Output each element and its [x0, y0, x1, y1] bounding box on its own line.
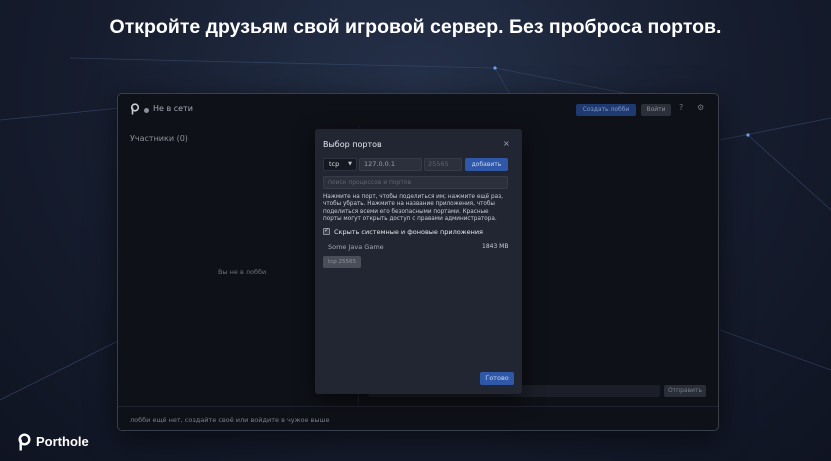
check-icon: ✓	[324, 227, 330, 234]
app-list-item-name[interactable]: Some Java Game	[328, 243, 384, 251]
hide-system-apps-label[interactable]: Скрыть системные и фоновые приложения	[334, 228, 483, 236]
headline: Откройте друзьям свой игровой сервер. Бе…	[109, 16, 722, 38]
app-list-item-memory: 1843 MB	[482, 243, 509, 250]
brand-name: Porthole	[36, 434, 89, 449]
question-icon[interactable]: ?	[679, 103, 683, 112]
done-button[interactable]: Готово	[480, 372, 514, 385]
connection-status: Не в сети	[153, 104, 193, 113]
port-number-input[interactable]: 25565	[424, 158, 462, 171]
status-dot-icon	[144, 108, 149, 113]
process-search-input[interactable]: поиск процессов и портов	[323, 176, 508, 189]
app-footer: лобби ещё нет, создайте своё или войдите…	[118, 406, 718, 430]
empty-lobby-text: Вы не в лобби	[218, 268, 267, 276]
dialog-title: Выбор портов	[323, 140, 382, 149]
login-button[interactable]: Войти	[641, 104, 671, 116]
create-lobby-button[interactable]: Создать лобби	[576, 104, 636, 116]
porthole-logo-icon	[18, 433, 31, 451]
porthole-logo-icon	[130, 103, 140, 115]
gear-icon[interactable]: ⚙	[697, 103, 704, 112]
ip-address-input[interactable]: 127.0.0.1	[359, 158, 422, 171]
protocol-select[interactable]: tcp ▼	[323, 158, 357, 171]
port-chip[interactable]: tcp 25565	[323, 256, 361, 268]
dialog-hint-text: Нажмите на порт, чтобы поделиться им; на…	[323, 194, 503, 222]
participants-heading: Участники (0)	[130, 134, 188, 143]
app-header: Не в сети Создать лобби Войти ? ⚙	[118, 94, 718, 124]
protocol-value: tcp	[329, 160, 340, 168]
chat-send-button[interactable]: Отправить	[664, 385, 706, 397]
add-port-button[interactable]: добавить	[465, 158, 508, 171]
close-icon[interactable]: ×	[503, 139, 510, 148]
port-selection-dialog: Выбор портов × tcp ▼ 127.0.0.1 25565 доб…	[315, 129, 522, 394]
hide-system-apps-checkbox[interactable]: ✓	[323, 227, 330, 235]
chevron-down-icon: ▼	[348, 161, 352, 167]
footer-status-text: лобби ещё нет, создайте своё или войдите…	[130, 416, 330, 424]
